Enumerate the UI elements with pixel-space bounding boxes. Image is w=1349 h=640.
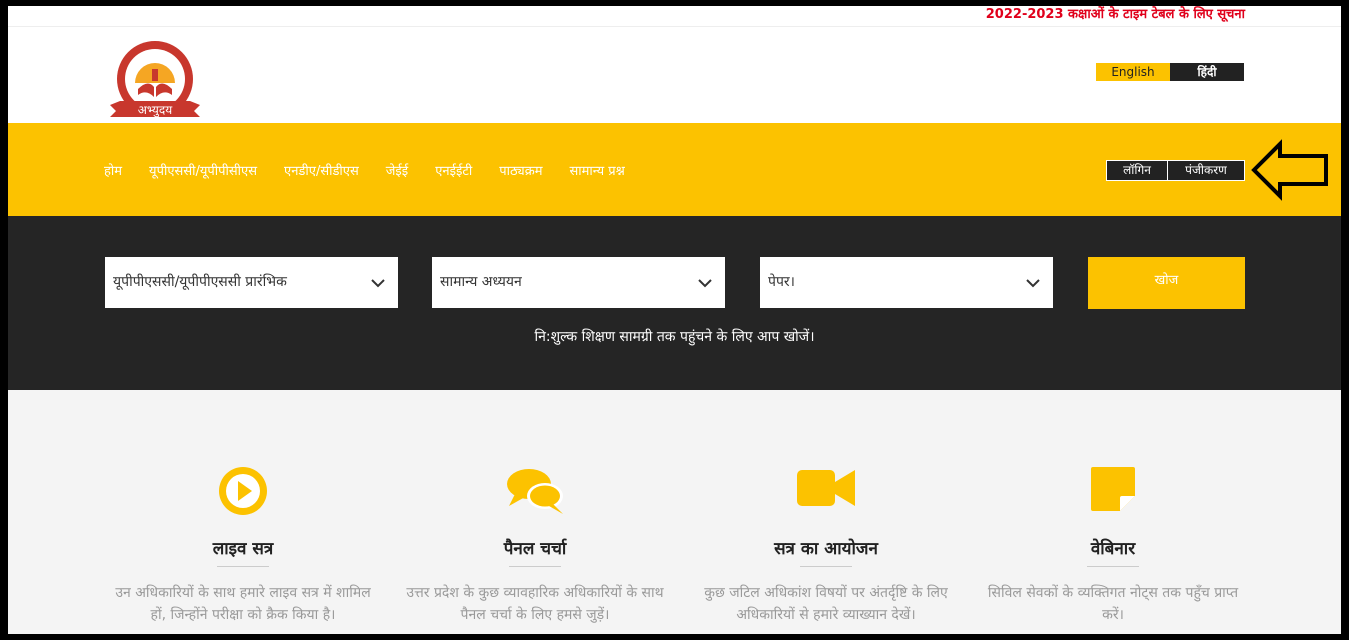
divider xyxy=(509,566,561,567)
feature-title: लाइव सत्र xyxy=(212,539,274,559)
feature-title: पैनल चर्चा xyxy=(503,539,567,559)
divider xyxy=(800,566,852,567)
divider xyxy=(1087,566,1139,567)
sticky-note-icon xyxy=(1091,467,1135,511)
chat-bubbles-icon xyxy=(507,469,563,514)
main-nav: होम यूपीएससी/यूपीपीसीएस एनडीए/सीडीएस जेई… xyxy=(8,123,1341,216)
divider xyxy=(217,566,269,567)
exam-select[interactable]: यूपीपीएससी/यूपीपीएससी प्रारंभिक xyxy=(105,257,398,308)
subject-select-value: सामान्य अध्ययन xyxy=(440,274,522,290)
announcement-link[interactable]: 2022-2023 कक्षाओं के टाइम टेबल के लिए सू… xyxy=(986,6,1245,22)
feature-title: सत्र का आयोजन xyxy=(774,539,878,559)
video-camera-icon xyxy=(797,470,855,506)
english-button[interactable]: English xyxy=(1096,63,1170,81)
nav-item-home[interactable]: होम xyxy=(104,161,122,179)
nav-item-neet[interactable]: एनईईटी xyxy=(435,161,472,179)
logo-text: अभ्युदय xyxy=(138,103,173,118)
nav-item-upsc[interactable]: यूपीएससी/यूपीपीसीएस xyxy=(149,161,257,179)
language-switch: English हिंदी xyxy=(1096,63,1244,81)
paper-select[interactable]: पेपर। xyxy=(760,257,1053,308)
nav-item-faq[interactable]: सामान्य प्रश्न xyxy=(569,161,624,179)
register-button[interactable]: पंजीकरण xyxy=(1168,161,1244,180)
search-section: यूपीपीएससी/यूपीपीएससी प्रारंभिक सामान्य … xyxy=(8,216,1341,390)
site-logo[interactable]: अभ्युदय xyxy=(108,39,202,121)
feature-text: सिविल सेवकों के व्यक्तिगत नोट्स तक पहुँच… xyxy=(987,585,1239,623)
features-section: लाइव सत्र उन अधिकारियों के साथ हमारे लाइ… xyxy=(8,390,1341,634)
chevron-down-icon xyxy=(371,279,385,288)
login-button[interactable]: लॉगिन xyxy=(1107,161,1168,180)
nav-menu: होम यूपीएससी/यूपीपीसीएस एनडीए/सीडीएस जेई… xyxy=(104,161,652,179)
chevron-down-icon xyxy=(1026,279,1040,288)
feature-text: उत्तर प्रदेश के कुछ व्यावहारिक अधिकारियो… xyxy=(406,585,664,623)
nav-item-jee[interactable]: जेईई xyxy=(386,161,408,179)
search-caption: नि:शुल्क शिक्षण सामग्री तक पहुंचने के लि… xyxy=(534,329,815,345)
chevron-down-icon xyxy=(698,279,712,288)
hindi-button[interactable]: हिंदी xyxy=(1170,63,1244,81)
nav-item-nda[interactable]: एनडीए/सीडीएस xyxy=(284,161,359,179)
subject-select[interactable]: सामान्य अध्ययन xyxy=(432,257,725,308)
feature-text: उन अधिकारियों के साथ हमारे लाइव सत्र में… xyxy=(115,585,371,623)
paper-select-value: पेपर। xyxy=(768,274,795,290)
feature-text: कुछ जटिल अधिकांश विषयों पर अंतर्दृष्टि क… xyxy=(704,585,948,623)
search-button[interactable]: खोज xyxy=(1088,257,1245,309)
auth-buttons: लॉगिन पंजीकरण xyxy=(1106,160,1245,181)
announcement-ticker: 2022-2023 कक्षाओं के टाइम टेबल के लिए सू… xyxy=(8,6,1341,27)
header: अभ्युदय English हिंदी xyxy=(8,27,1341,123)
play-circle-icon xyxy=(219,467,267,515)
feature-title: वेबिनार xyxy=(1090,539,1136,559)
pointer-arrow-icon xyxy=(1251,139,1328,201)
page-frame: 2022-2023 कक्षाओं के टाइम टेबल के लिए सू… xyxy=(8,6,1341,634)
nav-item-syllabus[interactable]: पाठ्यक्रम xyxy=(499,161,542,179)
exam-select-value: यूपीपीएससी/यूपीपीएससी प्रारंभिक xyxy=(113,274,287,290)
